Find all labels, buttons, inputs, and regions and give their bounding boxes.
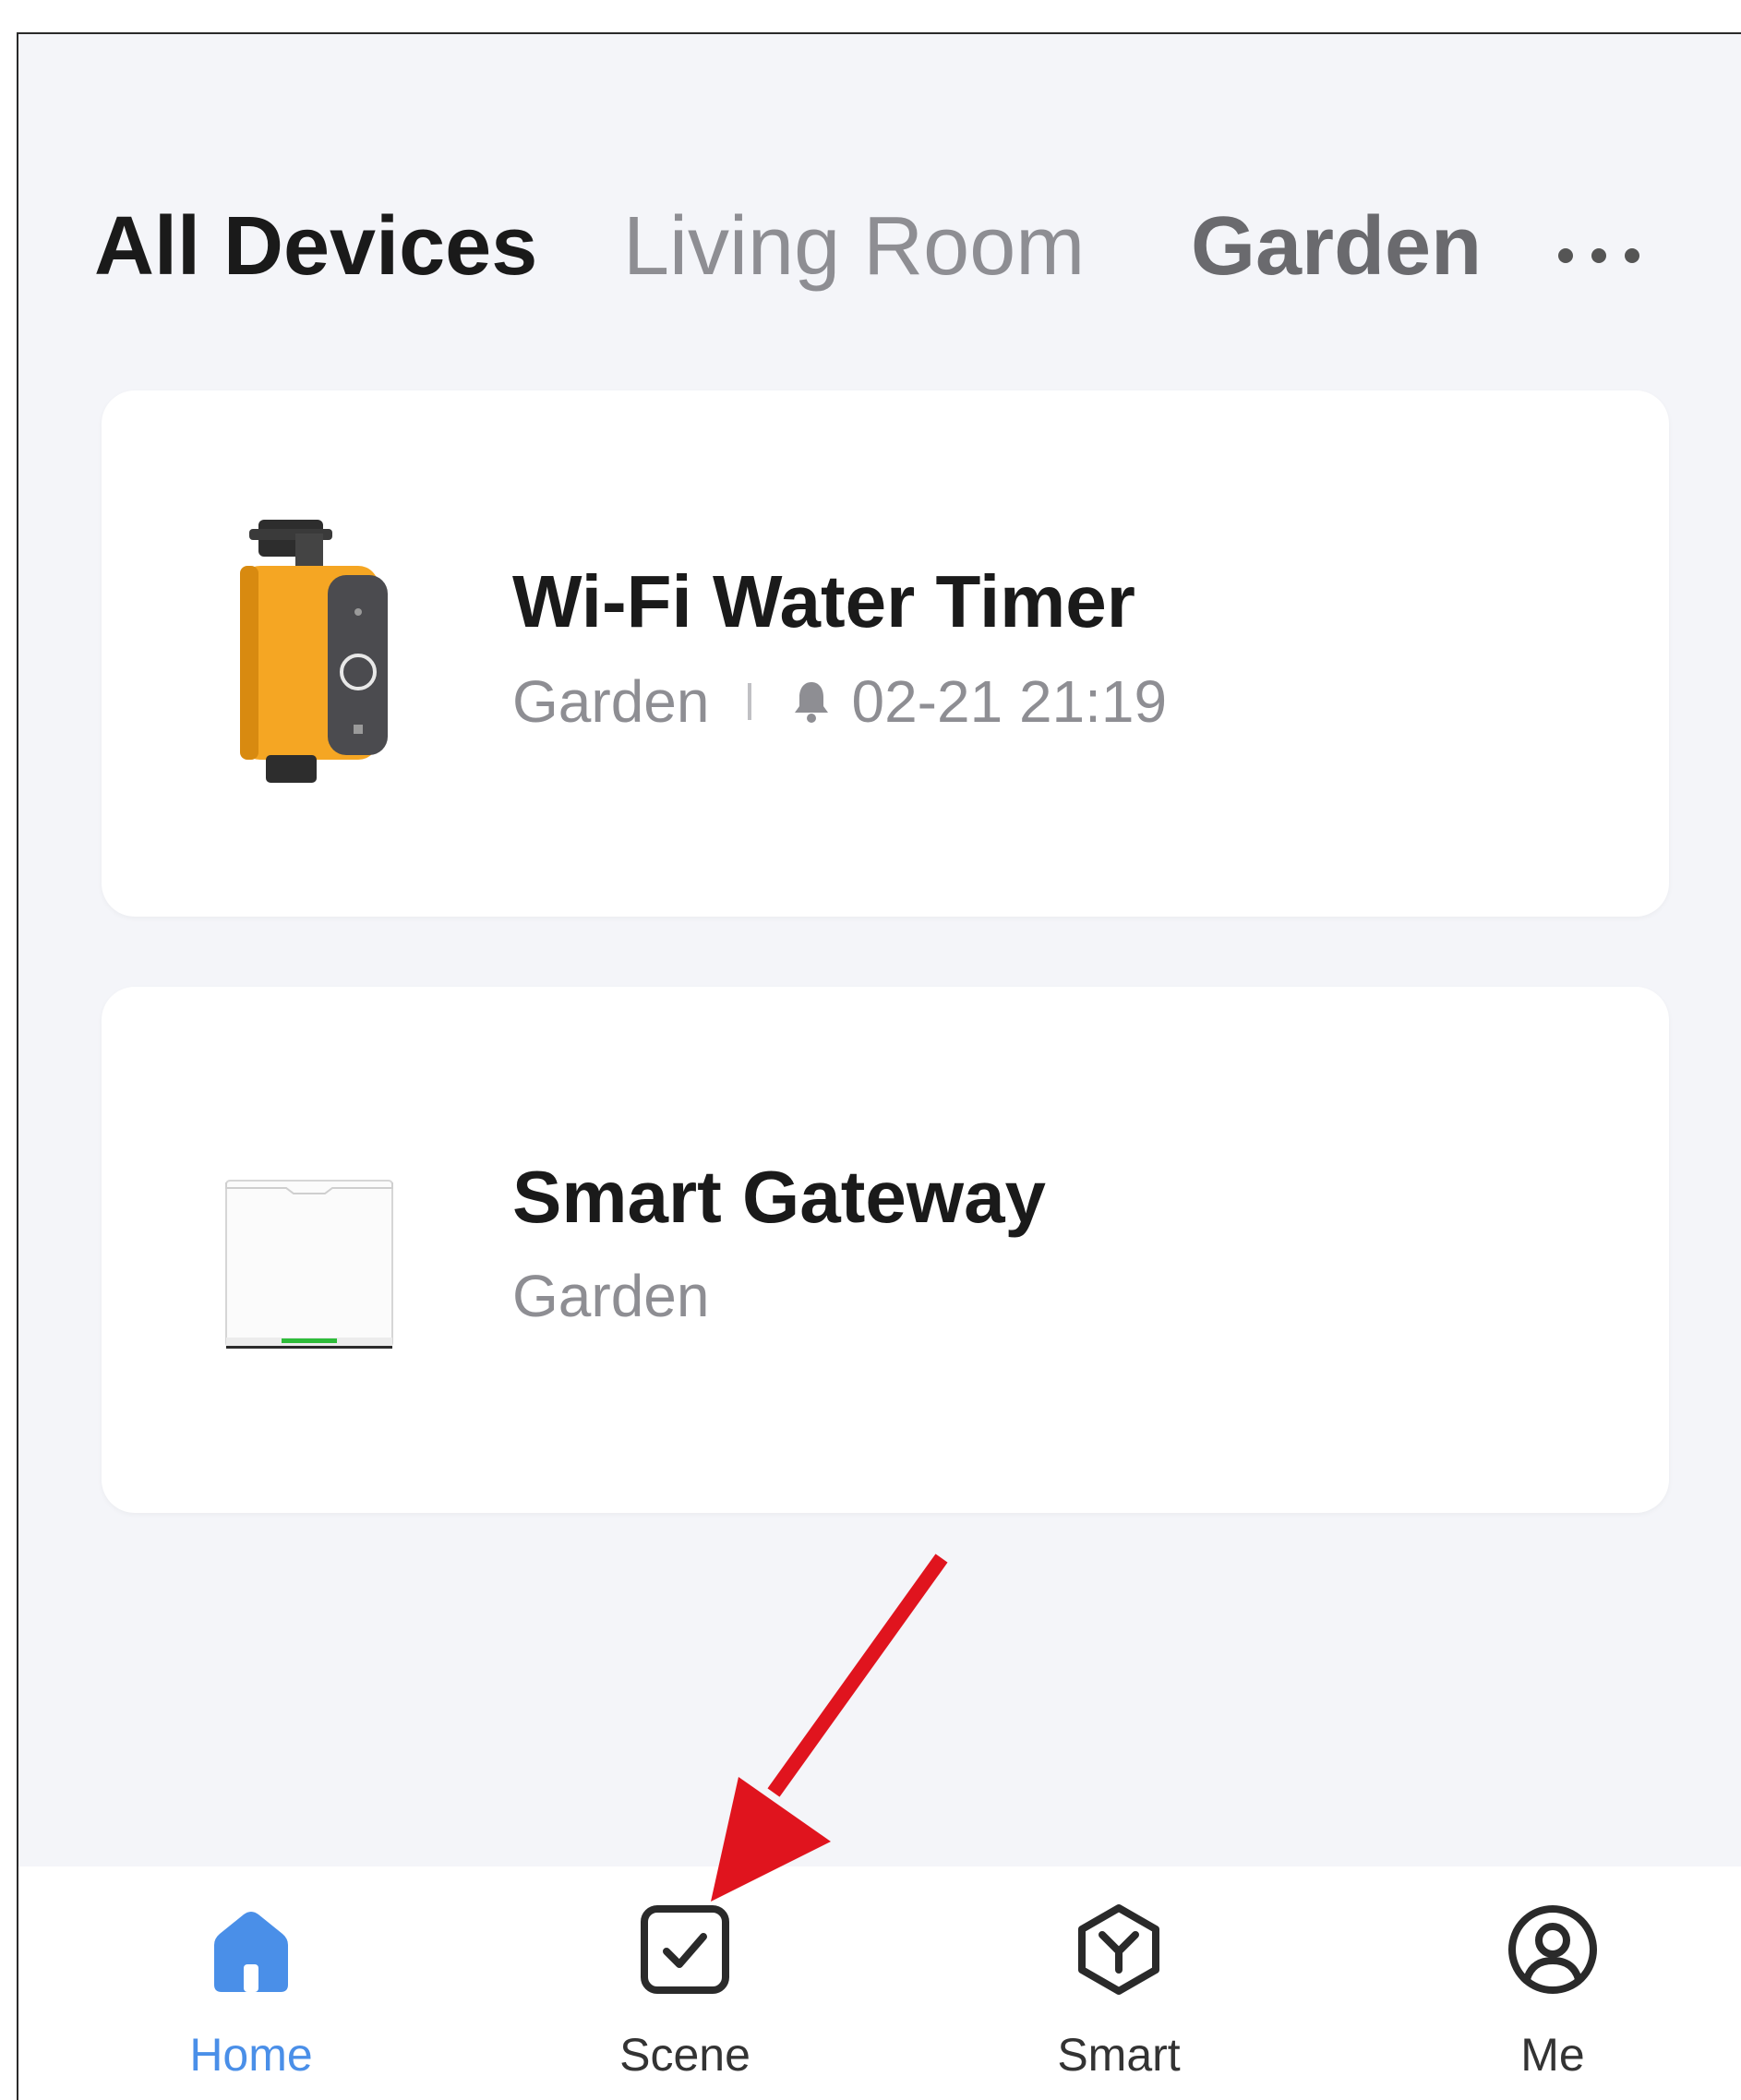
- bell-icon: [795, 682, 829, 723]
- water-timer-image: [240, 520, 388, 783]
- scene-checkbox-icon: [641, 1905, 729, 1994]
- device-card-smart-gateway[interactable]: Smart Gateway Garden: [102, 987, 1669, 1513]
- smart-gateway-image: [225, 1180, 393, 1349]
- device-meta: Garden 02-21 21:19: [512, 667, 1167, 736]
- nav-smart[interactable]: Smart: [980, 1866, 1257, 2100]
- device-meta: Garden: [512, 1262, 709, 1330]
- tab-all-devices[interactable]: All Devices: [94, 191, 537, 302]
- device-name: Smart Gateway: [512, 1156, 1047, 1238]
- smart-cube-icon: [1078, 1904, 1159, 1995]
- room-tabs: All Devices Living Room Garden: [18, 191, 1741, 302]
- divider: [748, 683, 752, 720]
- device-room: Garden: [512, 668, 710, 735]
- more-icon[interactable]: [1558, 242, 1651, 270]
- nav-scene[interactable]: Scene: [546, 1866, 823, 2100]
- nav-home-label: Home: [189, 2029, 313, 2081]
- app-screen: All Devices Living Room Garden Wi-Fi Wat…: [17, 32, 1741, 2100]
- device-name: Wi-Fi Water Timer: [512, 560, 1135, 642]
- tab-garden[interactable]: Garden: [1191, 191, 1482, 302]
- user-icon: [1508, 1905, 1597, 1994]
- nav-smart-label: Smart: [1057, 2029, 1181, 2081]
- device-alert-time: 02-21 21:19: [851, 668, 1168, 735]
- nav-me[interactable]: Me: [1414, 1866, 1691, 2100]
- tab-living-room[interactable]: Living Room: [623, 191, 1085, 302]
- nav-me-label: Me: [1520, 2029, 1585, 2081]
- home-icon: [214, 1912, 288, 1992]
- device-room: Garden: [512, 1263, 710, 1329]
- bottom-nav: Home Scene Smart Me: [18, 1866, 1741, 2100]
- nav-scene-label: Scene: [619, 2029, 750, 2081]
- nav-home[interactable]: Home: [113, 1866, 390, 2100]
- device-card-water-timer[interactable]: Wi-Fi Water Timer Garden 02-21 21:19: [102, 390, 1669, 917]
